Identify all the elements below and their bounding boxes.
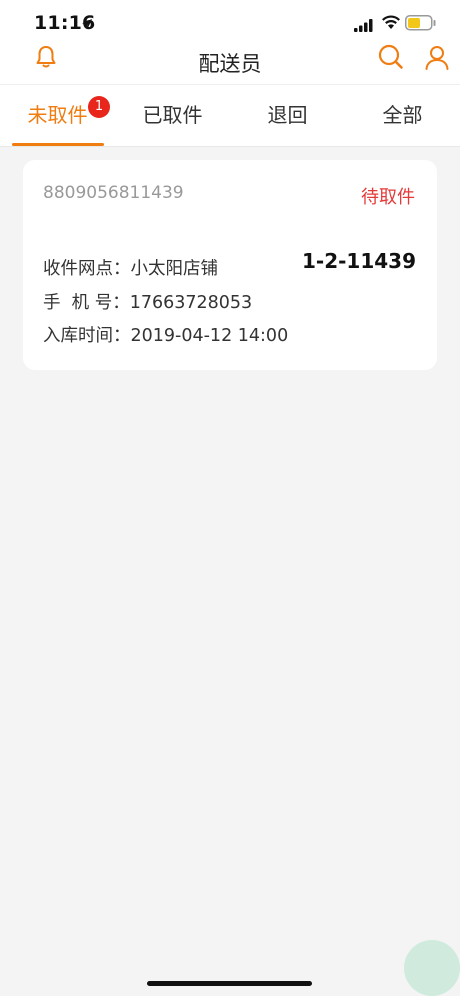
search-icon[interactable]: [376, 42, 406, 76]
phone-value: 17663728053: [129, 293, 253, 313]
phone-row: 手 机 号：17663728053: [43, 289, 252, 314]
floating-action-button[interactable]: [404, 940, 460, 996]
tab-picked-up[interactable]: 已取件: [115, 85, 230, 146]
pickup-code: 1-2-11439: [301, 249, 416, 273]
tab-count-badge: 1: [88, 96, 110, 118]
tab-returned[interactable]: 退回: [230, 85, 345, 146]
time-row: 入库时间：2019-04-12 14:00: [43, 322, 288, 347]
cellular-signal-icon: [354, 17, 374, 36]
tab-all[interactable]: 全部: [345, 85, 460, 146]
tracking-number: 8809056811439: [43, 183, 184, 203]
active-tab-indicator: [12, 143, 104, 146]
tab-bar: 未取件 1 已取件 退回 全部: [0, 85, 460, 147]
battery-icon: [405, 15, 437, 35]
user-profile-icon[interactable]: [424, 44, 450, 76]
time-value: 2019-04-12 14:00: [130, 326, 289, 346]
time-label: 入库时间：: [43, 326, 131, 346]
parcel-status: 待取件: [361, 187, 415, 208]
station-row: 收件网点：小太阳店铺: [43, 255, 218, 280]
parcel-card[interactable]: 8809056811439 待取件 1-2-11439 收件网点：小太阳店铺 手…: [23, 160, 437, 370]
status-bar: 11:16: [0, 0, 460, 44]
location-arrow-icon: [81, 15, 93, 34]
nav-bar: 配送员: [0, 44, 460, 85]
phone-label: 手 机 号：: [43, 293, 130, 313]
station-label: 收件网点：: [43, 259, 131, 279]
station-value: 小太阳店铺: [130, 259, 219, 279]
wifi-icon: [381, 15, 401, 34]
home-indicator: [147, 981, 312, 986]
